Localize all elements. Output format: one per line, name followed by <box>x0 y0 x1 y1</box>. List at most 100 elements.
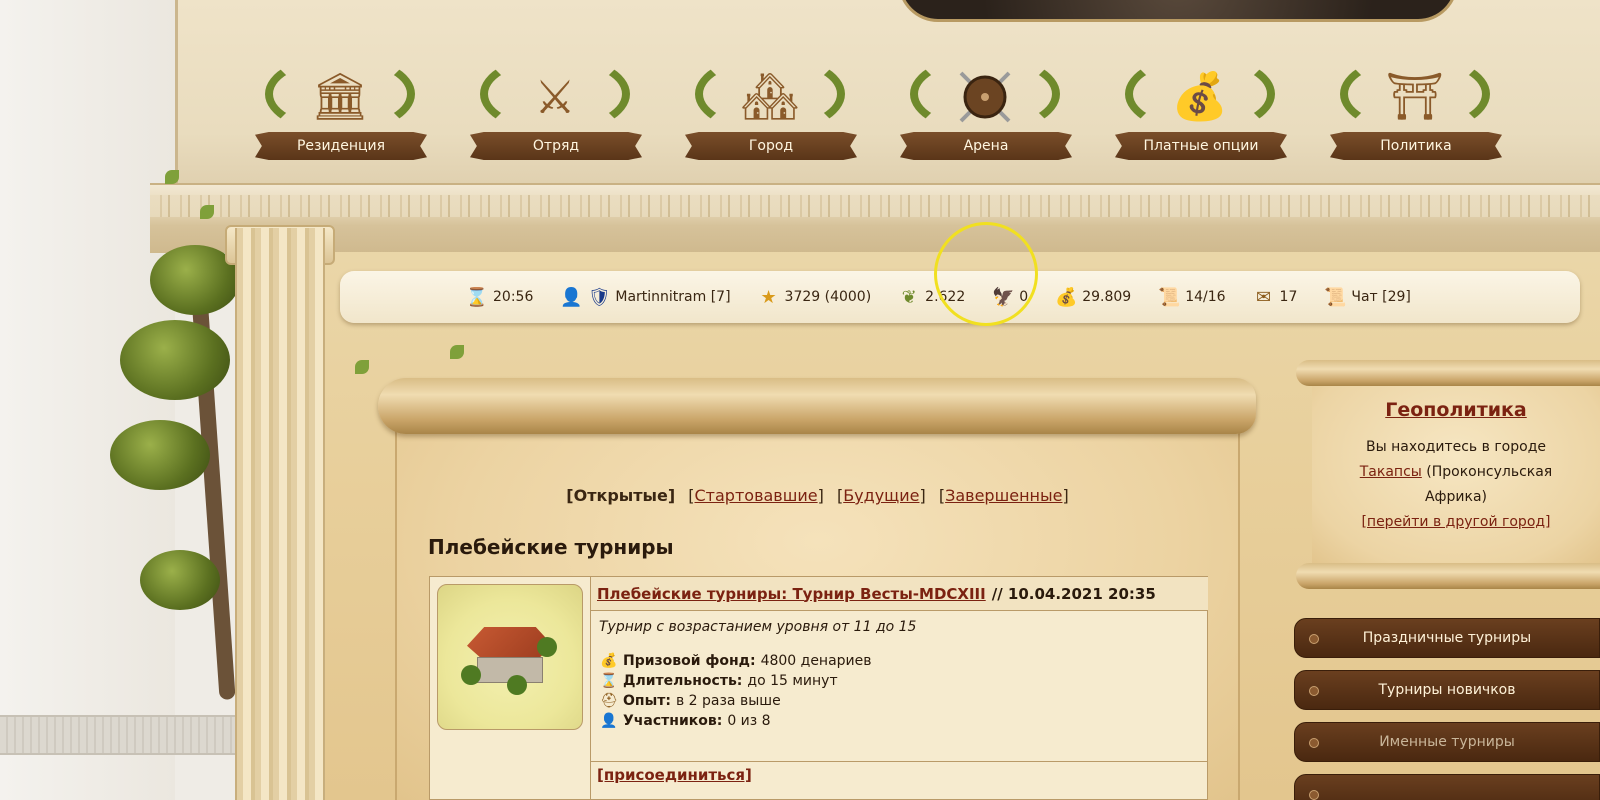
mail-stat[interactable]: ✉ 17 <box>1252 285 1298 309</box>
header-ornament <box>898 0 1458 22</box>
status-bar: ⌛ 20:56 👤 🛡 Martinnitram [7] ★ 3729 (400… <box>340 271 1580 323</box>
geopolitics-panel: Геополитика Вы находитесь в городе Такап… <box>1312 383 1600 565</box>
chat-link[interactable]: Чат [29] <box>1351 289 1411 305</box>
tab-open[interactable]: [Открытые] <box>566 486 675 505</box>
nav-label: Резиденция <box>255 132 427 160</box>
avatar: 👤 <box>560 286 583 308</box>
prize-row: 💰 Призовой фонд: 4800 денариев <box>599 653 1200 669</box>
player-name[interactable]: Martinnitram [7] <box>615 289 730 305</box>
knob-icon <box>1309 790 1319 800</box>
fame-value: 2.622 <box>925 289 966 305</box>
experience-label: Опыт: <box>623 693 671 709</box>
experience-stat: ★ 3729 (4000) <box>757 285 872 309</box>
tournament-card: Плебейские турниры: Турнир Весты-MDCXIII… <box>429 576 1208 800</box>
named-tournaments-button[interactable]: Именные турниры <box>1294 722 1600 762</box>
tournament-name-link[interactable]: Плебейские турниры: Турнир Весты-MDCXIII <box>597 585 986 603</box>
gold-value: 29.809 <box>1082 289 1132 305</box>
change-city-link[interactable]: [перейти в другой город] <box>1361 514 1550 530</box>
city-icon: 🏘 <box>740 69 800 123</box>
location-line: Такапсы (Проконсульская <box>1312 460 1600 485</box>
shield-swords-icon <box>940 64 1030 129</box>
temple-icon: 🏛 <box>310 69 370 123</box>
scrolls-value: 14/16 <box>1185 289 1226 305</box>
coins-icon: 💰 <box>600 653 618 669</box>
chat-scroll-icon: 📜 <box>1324 286 1347 308</box>
tournament-description: Турнир с возрастанием уровня от 11 до 15 <box>599 619 917 635</box>
nav-arena[interactable]: Арена <box>900 52 1115 167</box>
duration-label: Длительность: <box>623 673 743 689</box>
nav-label: Арена <box>900 132 1072 160</box>
tab-future[interactable]: [Будущие] <box>837 486 926 505</box>
button-label: Турниры новичков <box>1378 682 1516 698</box>
tournament-image <box>437 584 583 730</box>
tab-started[interactable]: [Стартовавшие] <box>688 486 824 505</box>
button-label: Праздничные турниры <box>1362 630 1532 646</box>
participants-label: Участников: <box>623 713 723 729</box>
triumphal-arch-icon: ⛩ <box>1385 69 1445 123</box>
nav-politics[interactable]: ⛩ Политика <box>1330 52 1545 167</box>
hourglass-icon: ⌛ <box>600 673 618 689</box>
gold-stat: 💰 29.809 <box>1054 285 1131 309</box>
cornice <box>150 183 1600 253</box>
knob-icon <box>1309 738 1319 748</box>
button-label: Именные турниры <box>1379 734 1515 750</box>
experience-value: в 2 раза выше <box>675 693 781 709</box>
shield-icon: 🛡 <box>587 286 611 308</box>
envelope-icon: ✉ <box>1256 286 1272 308</box>
nav-squad[interactable]: ⚔ Отряд <box>470 52 685 167</box>
scrolls-stat[interactable]: 📜 14/16 <box>1157 285 1226 309</box>
server-time: ⌛ 20:56 <box>465 285 534 309</box>
hourglass-icon: ⌛ <box>465 286 489 308</box>
tournament-header: Плебейские турниры: Турнир Весты-MDCXIII… <box>590 577 1208 611</box>
nav-paid-options[interactable]: 💰 Платные опции <box>1115 52 1330 167</box>
prize-label: Призовой фонд: <box>623 653 756 669</box>
scroll-rod <box>378 378 1256 434</box>
leaf-decoration <box>165 170 179 184</box>
laurel-icon: ❦ <box>901 286 917 308</box>
main-nav: 🏛 Резиденция ⚔ Отряд 🏘 Город Арена 💰 Пла… <box>255 52 1545 167</box>
gladiator-icon: 👤 <box>600 713 618 729</box>
mail-count: 17 <box>1279 289 1298 305</box>
tournament-datetime: // 10.04.2021 20:35 <box>991 584 1156 603</box>
eagle-stat: 🦅 0 <box>991 285 1028 309</box>
chat-stat[interactable]: 📜 Чат [29] <box>1323 285 1411 309</box>
more-tournaments-button[interactable] <box>1294 774 1600 800</box>
tab-future-label[interactable]: Будущие <box>843 486 919 505</box>
coins-icon: 💰 <box>1054 286 1078 308</box>
region-text: (Проконсульская <box>1426 464 1553 480</box>
leaf-decoration <box>200 205 214 219</box>
tournament-tabs: [Открытые] [Стартовавшие] [Будущие] [Зав… <box>395 486 1240 505</box>
star-icon: ★ <box>760 286 777 308</box>
experience-value: 3729 (4000) <box>784 289 872 305</box>
participants-value: 0 из 8 <box>727 713 771 729</box>
greek-key-border <box>150 195 1600 217</box>
scroll-rod <box>1296 563 1600 589</box>
leaf-decoration <box>450 345 464 359</box>
nav-city[interactable]: 🏘 Город <box>685 52 900 167</box>
time-value: 20:56 <box>493 289 534 305</box>
nav-label: Политика <box>1330 132 1502 160</box>
tab-finished[interactable]: [Завершенные] <box>939 486 1069 505</box>
tournament-info: Турнир с возрастанием уровня от 11 до 15… <box>590 611 1208 761</box>
tab-started-label[interactable]: Стартовавшие <box>695 486 818 505</box>
stone-ledge <box>0 715 250 755</box>
knob-icon <box>1309 634 1319 644</box>
scroll-icon: 📜 <box>1157 286 1181 308</box>
player-info[interactable]: 👤 🛡 Martinnitram [7] <box>559 285 730 309</box>
nav-residence[interactable]: 🏛 Резиденция <box>255 52 470 167</box>
newbie-tournaments-button[interactable]: Турниры новичков <box>1294 670 1600 710</box>
city-link[interactable]: Такапсы <box>1360 464 1422 480</box>
join-row: [присоединиться] <box>590 761 1208 800</box>
holiday-tournaments-button[interactable]: Праздничные турниры <box>1294 618 1600 658</box>
join-link[interactable]: [присоединиться] <box>597 766 752 784</box>
participants-row: 👤 Участников: 0 из 8 <box>599 713 1200 729</box>
nav-label: Отряд <box>470 132 642 160</box>
geopolitics-title[interactable]: Геополитика <box>1312 399 1600 421</box>
gladiators-icon: ⚔ <box>534 69 576 124</box>
duration-row: ⌛ Длительность: до 15 минут <box>599 673 1200 689</box>
eagle-icon: 🦅 <box>992 286 1015 308</box>
experience-row: ⛑ Опыт: в 2 раза выше <box>599 693 1200 709</box>
section-title: Плебейские турниры <box>428 535 674 559</box>
tab-finished-label[interactable]: Завершенные <box>945 486 1062 505</box>
leaf-decoration <box>355 360 369 374</box>
